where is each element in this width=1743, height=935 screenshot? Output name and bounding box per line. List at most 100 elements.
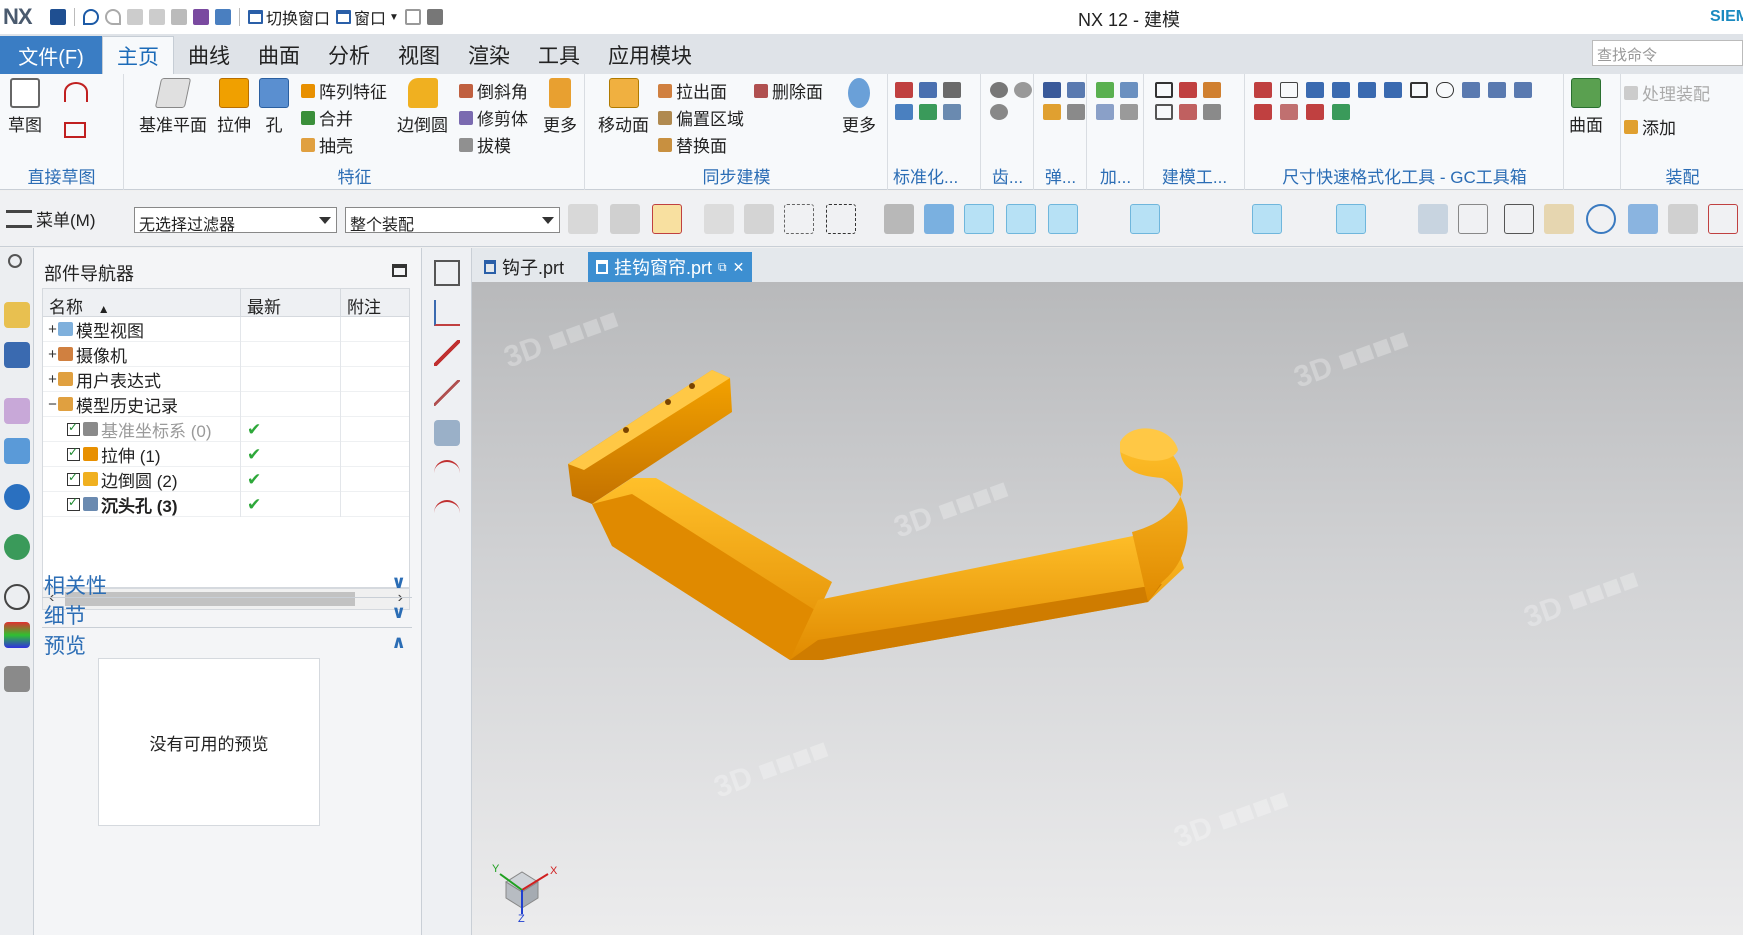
crosshair-icon[interactable] — [704, 204, 734, 234]
add-part-icon[interactable] — [1096, 104, 1114, 120]
control-point-icon[interactable] — [1130, 204, 1160, 234]
snap-point-icon[interactable] — [744, 204, 774, 234]
process-assembly-button[interactable]: 处理装配 — [1624, 80, 1710, 105]
point-on-face-icon[interactable] — [1418, 204, 1448, 234]
face-icon[interactable] — [434, 420, 460, 446]
edit-icon[interactable] — [1179, 104, 1197, 120]
curve-arc-icon[interactable] — [434, 460, 460, 486]
gear-icon[interactable] — [990, 82, 1008, 98]
washer-icon[interactable] — [943, 104, 961, 120]
selection-filter-select[interactable]: 无选择过滤器 — [134, 207, 337, 234]
tab-analysis[interactable]: 分析 — [314, 36, 384, 74]
tolerance-icon[interactable] — [1332, 82, 1350, 98]
selection-scope-select[interactable]: 整个装配 — [345, 207, 560, 234]
fit-icon[interactable] — [1514, 82, 1532, 98]
dimension-icon[interactable] — [1254, 82, 1272, 98]
bolt-icon[interactable] — [895, 104, 913, 120]
tolerance-icon[interactable] — [1358, 82, 1376, 98]
tab-file[interactable]: 文件(F) — [0, 36, 102, 74]
intersection-icon[interactable] — [1212, 204, 1242, 234]
modeling-tools[interactable] — [1155, 82, 1221, 120]
fit-icon[interactable] — [1488, 82, 1506, 98]
gear-icon[interactable] — [990, 104, 1008, 120]
table-icon[interactable] — [1155, 104, 1173, 120]
selection-intent-icon[interactable] — [568, 204, 598, 234]
hole-button[interactable]: 孔 — [259, 78, 289, 136]
expand-icon[interactable]: + — [47, 346, 58, 363]
hd3d-tools-icon[interactable] — [4, 484, 30, 510]
render-style-icon[interactable] — [1668, 204, 1698, 234]
add-component-button[interactable]: 添加 — [1624, 114, 1676, 139]
add-tools[interactable] — [1096, 82, 1138, 120]
rectangle-select-icon[interactable] — [826, 204, 856, 234]
point-on-curve-icon[interactable] — [1378, 204, 1408, 234]
repeat-command-icon[interactable] — [193, 9, 209, 25]
reuse-library-icon[interactable] — [4, 438, 30, 464]
extrude-button[interactable]: 拉伸 — [217, 78, 251, 136]
annotation-icon[interactable] — [1280, 104, 1298, 120]
arc-tool-icon[interactable] — [64, 82, 88, 102]
layout-icon[interactable] — [434, 260, 460, 286]
quadrant-point-icon[interactable] — [1294, 204, 1324, 234]
collapse-icon[interactable]: − — [47, 396, 58, 413]
tab-applications[interactable]: 应用模块 — [594, 36, 706, 74]
datum-plane-button[interactable]: 基准平面 — [139, 78, 207, 136]
rectangle-tool-icon[interactable] — [64, 122, 86, 138]
edge-blend-button[interactable]: 边倒圆 — [397, 78, 448, 136]
blue-cube-icon[interactable] — [924, 204, 954, 234]
gc-tools[interactable] — [1254, 82, 1534, 120]
feature-checkbox[interactable] — [67, 470, 80, 486]
end-point-icon[interactable] — [1006, 204, 1036, 234]
select-all-icon[interactable] — [610, 204, 640, 234]
preview-panel-header[interactable]: 预览 ∧ — [42, 630, 412, 658]
replace-face-button[interactable]: 替换面 — [658, 132, 727, 157]
touch-mode-icon[interactable] — [215, 9, 231, 25]
column-header-name[interactable]: 名称 ▲ — [43, 289, 241, 317]
layer-icon[interactable] — [919, 82, 937, 98]
view-triad[interactable]: X Y Z — [486, 842, 566, 922]
dashed-line-icon[interactable] — [434, 380, 460, 406]
standardization-tools[interactable] — [895, 82, 961, 120]
box-icon[interactable] — [1410, 82, 1428, 98]
layout-icon[interactable] — [404, 9, 421, 25]
paste-icon[interactable] — [171, 9, 187, 25]
surface-button[interactable]: 曲面 — [1569, 78, 1603, 136]
tolerance-icon[interactable] — [1306, 82, 1324, 98]
add-part-icon[interactable] — [1120, 104, 1138, 120]
view-orientation-icon[interactable] — [1628, 204, 1658, 234]
gear-tools[interactable] — [990, 82, 1032, 120]
pattern-feature-button[interactable]: 阵列特征 — [301, 78, 387, 103]
tree-row[interactable]: 沉头孔 (3) ✔ — [43, 491, 409, 517]
pull-face-button[interactable]: 拉出面 — [658, 78, 727, 103]
nut-icon[interactable] — [919, 104, 937, 120]
feature-more-button[interactable]: 更多 — [543, 78, 577, 136]
tab-tools[interactable]: 工具 — [524, 36, 594, 74]
tree-row[interactable]: + 用户表达式 — [43, 366, 409, 392]
main-menu-button[interactable]: 菜单(M) — [6, 206, 95, 231]
switch-window-button[interactable]: 切换窗口 — [248, 5, 330, 29]
sketch-button[interactable]: 草图 — [8, 78, 42, 136]
existing-point-icon[interactable] — [1336, 204, 1366, 234]
expand-icon[interactable]: + — [47, 371, 58, 388]
spring-icon[interactable] — [1043, 82, 1061, 98]
curve-icon[interactable] — [1088, 204, 1118, 234]
mid-point-icon[interactable] — [1048, 204, 1078, 234]
bracket-icon[interactable] — [1436, 82, 1454, 98]
rotate-icon[interactable] — [1586, 204, 1616, 234]
command-search-input[interactable]: 查找命令 — [1592, 40, 1743, 66]
history-icon[interactable] — [4, 584, 30, 610]
line-icon[interactable] — [434, 340, 460, 366]
cut-icon[interactable] — [127, 9, 143, 25]
info-icon[interactable] — [1203, 104, 1221, 120]
sync-more-button[interactable]: 更多 — [842, 78, 876, 136]
save-icon[interactable] — [50, 9, 66, 25]
shell-button[interactable]: 抽壳 — [301, 132, 353, 157]
annotation-icon[interactable] — [1254, 104, 1272, 120]
tree-row[interactable]: + 模型视图 — [43, 316, 409, 342]
close-icon[interactable]: ✕ — [733, 259, 745, 276]
gear-icon[interactable] — [1014, 82, 1032, 98]
constraint-navigator-icon[interactable] — [4, 342, 30, 368]
spring-tools[interactable] — [1043, 82, 1085, 120]
tree-row[interactable]: 拉伸 (1) ✔ — [43, 441, 409, 467]
tab-curve[interactable]: 曲线 — [174, 36, 244, 74]
